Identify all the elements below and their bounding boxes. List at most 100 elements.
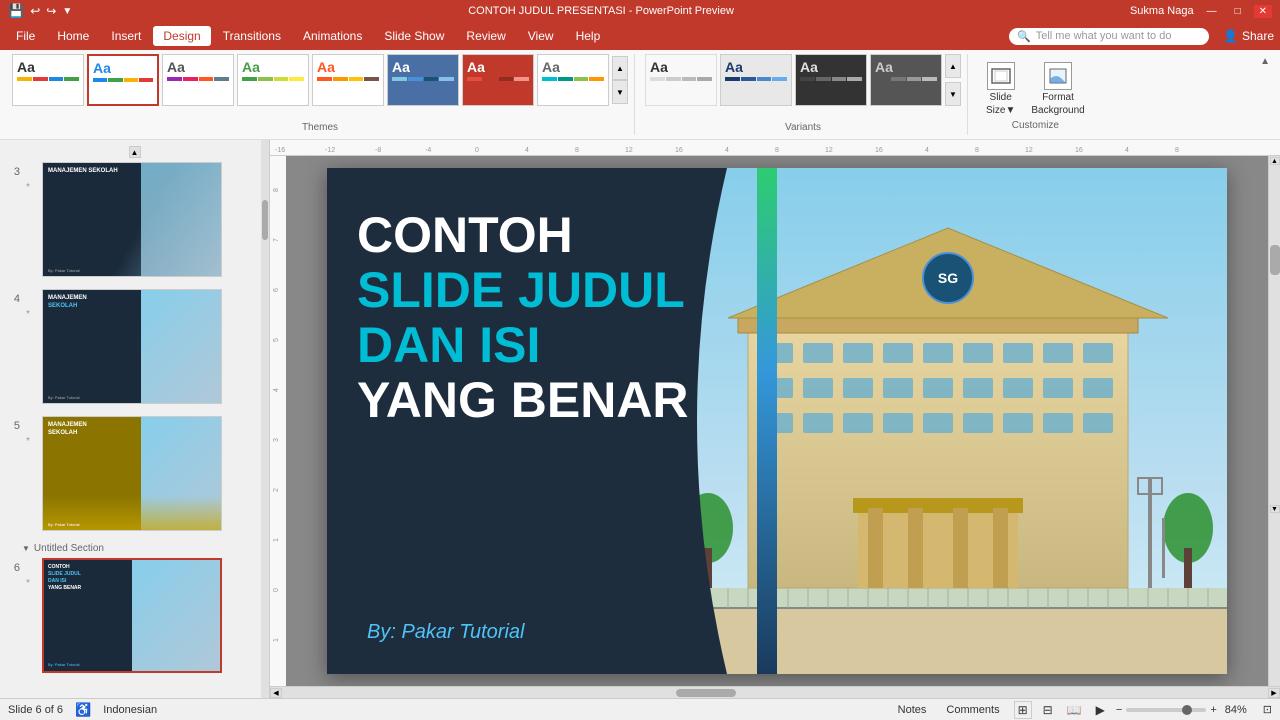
undo-icon[interactable]: ↩ (30, 4, 40, 18)
search-icon: 🔍 (1017, 30, 1031, 43)
themes-scroll-down[interactable]: ▼ (612, 80, 628, 104)
quick-access-icon[interactable]: ▼ (62, 6, 72, 17)
slide-sorter-icon[interactable]: ⊟ (1040, 702, 1056, 718)
variant-2[interactable]: Aa (720, 54, 792, 106)
themes-label: Themes (302, 122, 338, 135)
slide-line1: CONTOH (357, 208, 689, 263)
slide-num-6: 6 (6, 562, 20, 574)
canvas-scrollbar-bottom[interactable]: ◀ ▶ (270, 686, 1280, 698)
scroll-left-arrow[interactable]: ◀ (270, 688, 282, 698)
format-background-button[interactable]: Format Background (1025, 58, 1090, 120)
format-background-label2: Background (1031, 105, 1084, 116)
accessibility-icon[interactable]: ♿ (75, 702, 91, 718)
slide-size-button[interactable]: Slide Size▼ (980, 58, 1021, 120)
themes-grid: Aa Aa Aa Aa (12, 54, 628, 106)
zoom-out-icon[interactable]: − (1116, 704, 1122, 716)
theme-1[interactable]: Aa (12, 54, 84, 106)
scroll-h-thumb (676, 689, 736, 697)
slide-canvas: SG (286, 156, 1268, 686)
slide-item-5[interactable]: 5 * MANAJEMENSEKOLAH By: Pakar Tutorial (4, 414, 265, 533)
normal-view-icon[interactable]: ⊞ (1014, 701, 1032, 719)
svg-text:-4: -4 (425, 147, 431, 154)
variant-1[interactable]: Aa (645, 54, 717, 106)
section-collapse-icon[interactable]: ▼ (22, 544, 30, 553)
menu-slideshow[interactable]: Slide Show (374, 26, 454, 46)
slide-item-6[interactable]: 6 * CONTOHSLIDE JUDULDAN ISIYANG BENAR B… (4, 556, 265, 675)
slide-thumb-4[interactable]: MANAJEMENSEKOLAH By: Pakar Tutorial (42, 289, 222, 404)
zoom-in-icon[interactable]: + (1210, 704, 1216, 716)
ribbon-collapse-button[interactable]: ▲ (1256, 54, 1274, 69)
slide-panel: ▲ 3 * MANAJEMEN SEKOLAH By: Pakar Tutori… (0, 140, 270, 698)
menu-insert[interactable]: Insert (101, 26, 151, 46)
menu-review[interactable]: Review (456, 26, 515, 46)
menu-design[interactable]: Design (153, 26, 210, 46)
menu-home[interactable]: Home (47, 26, 99, 46)
panel-scrollbar[interactable] (261, 140, 269, 698)
scroll-down-arrow[interactable]: ▼ (1270, 505, 1280, 513)
minimize-button[interactable]: — (1202, 5, 1222, 18)
zoom-level[interactable]: 84% (1225, 704, 1255, 716)
status-bar: Slide 6 of 6 ♿ Indonesian Notes Comments… (0, 698, 1280, 720)
zoom-thumb (1182, 705, 1192, 715)
menu-view[interactable]: View (518, 26, 564, 46)
theme-7[interactable]: Aa (462, 54, 534, 106)
canvas-scrollbar-right[interactable]: ▲ ▼ (1268, 156, 1280, 686)
zoom-track[interactable] (1126, 708, 1206, 712)
slide-accent-bar (757, 168, 777, 674)
zoom-bar: − + (1116, 704, 1217, 716)
redo-icon[interactable]: ↪ (46, 4, 56, 18)
panel-scroll-up[interactable]: ▲ (4, 144, 265, 160)
reading-view-icon[interactable]: 📖 (1064, 702, 1085, 718)
svg-text:2: 2 (273, 488, 280, 492)
svg-text:12: 12 (625, 147, 633, 154)
svg-text:7: 7 (273, 238, 280, 242)
restore-button[interactable]: □ (1230, 5, 1246, 18)
slide-item-3[interactable]: 3 * MANAJEMEN SEKOLAH By: Pakar Tutorial (4, 160, 265, 279)
slide-star-6: * (26, 578, 36, 589)
slide-text-container: CONTOH SLIDE JUDUL DAN ISI YANG BENAR (357, 208, 689, 428)
slide-size-label2: Size▼ (986, 105, 1015, 116)
theme-3[interactable]: Aa (162, 54, 234, 106)
variants-scroll-up[interactable]: ▲ (945, 54, 961, 78)
notes-button[interactable]: Notes (892, 702, 933, 718)
window-title: CONTOH JUDUL PRESENTASI - PowerPoint Pre… (72, 5, 1130, 17)
variants-grid: Aa Aa Aa Aa (645, 54, 961, 106)
slide-item-4[interactable]: 4 * MANAJEMENSEKOLAH By: Pakar Tutorial (4, 287, 265, 406)
svg-text:-8: -8 (375, 147, 381, 154)
titlebar-controls-left: 💾 ↩ ↪ ▼ (8, 3, 72, 19)
search-bar[interactable]: 🔍 Tell me what you want to do (1009, 28, 1209, 45)
theme-5[interactable]: Aa (312, 54, 384, 106)
menu-help[interactable]: Help (566, 26, 611, 46)
slideshow-icon[interactable]: ▶ (1093, 702, 1108, 718)
section-label: Untitled Section (34, 543, 104, 554)
svg-text:1: 1 (273, 538, 280, 542)
svg-text:4: 4 (525, 147, 529, 154)
scroll-right-arrow[interactable]: ▶ (1268, 688, 1280, 698)
menu-file[interactable]: File (6, 26, 45, 46)
svg-text:-16: -16 (275, 147, 285, 154)
variants-scroll-down[interactable]: ▼ (945, 82, 961, 106)
variant-3[interactable]: Aa (795, 54, 867, 106)
themes-scroll-up[interactable]: ▲ (612, 56, 628, 80)
theme-8[interactable]: Aa (537, 54, 609, 106)
scroll-up-arrow[interactable]: ▲ (1270, 157, 1280, 165)
save-icon[interactable]: 💾 (8, 3, 24, 19)
menu-animations[interactable]: Animations (293, 26, 372, 46)
comments-button[interactable]: Comments (940, 702, 1005, 718)
fit-window-icon[interactable]: ⊡ (1263, 703, 1272, 716)
close-button[interactable]: ✕ (1254, 5, 1272, 18)
scroll-thumb (1270, 245, 1280, 275)
share-button[interactable]: Share (1242, 29, 1274, 43)
slide-thumb-6[interactable]: CONTOHSLIDE JUDULDAN ISIYANG BENAR By: P… (42, 558, 222, 673)
slide-thumb-3[interactable]: MANAJEMEN SEKOLAH By: Pakar Tutorial (42, 162, 222, 277)
slide-size-label: Slide (990, 92, 1012, 103)
canvas-area: -16 -12 -8 -4 0 4 8 12 16 4 8 12 16 4 8 … (270, 140, 1280, 698)
theme-2[interactable]: Aa (87, 54, 159, 106)
variant-4[interactable]: Aa (870, 54, 942, 106)
theme-6[interactable]: Aa (387, 54, 459, 106)
slide-thumb-5[interactable]: MANAJEMENSEKOLAH By: Pakar Tutorial (42, 416, 222, 531)
menu-transitions[interactable]: Transitions (213, 26, 291, 46)
svg-text:0: 0 (475, 147, 479, 154)
slide-content[interactable]: SG (327, 168, 1227, 674)
theme-4[interactable]: Aa (237, 54, 309, 106)
